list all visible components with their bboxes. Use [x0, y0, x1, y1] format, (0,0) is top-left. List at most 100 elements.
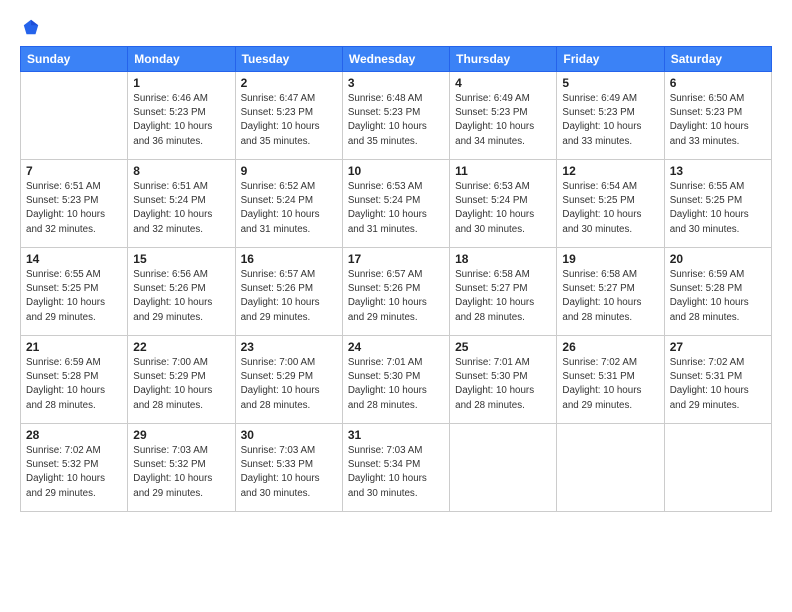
- day-info: Sunrise: 7:00 AMSunset: 5:29 PMDaylight:…: [133, 356, 229, 413]
- calendar-cell: 4Sunrise: 6:49 AMSunset: 5:23 PMDaylight…: [450, 72, 557, 160]
- day-info: Sunrise: 6:51 AMSunset: 5:24 PMDaylight:…: [133, 180, 229, 237]
- header-cell-thursday: Thursday: [450, 47, 557, 72]
- day-number: 2: [241, 76, 337, 90]
- calendar-cell: 17Sunrise: 6:57 AMSunset: 5:26 PMDayligh…: [342, 248, 449, 336]
- calendar-cell: [21, 72, 128, 160]
- calendar-cell: 15Sunrise: 6:56 AMSunset: 5:26 PMDayligh…: [128, 248, 235, 336]
- day-number: 21: [26, 340, 122, 354]
- calendar-body: 1 Sunrise: 6:46 AMSunset: 5:23 PMDaylight…: [21, 72, 772, 512]
- day-number: 9: [241, 164, 337, 178]
- day-number: 26: [562, 340, 658, 354]
- day-number: 11: [455, 164, 551, 178]
- day-info: Sunrise: 6:58 AMSunset: 5:27 PMDaylight:…: [562, 268, 658, 325]
- day-number: 25: [455, 340, 551, 354]
- calendar-cell: 9 Sunrise: 6:52 AMSunset: 5:24 PMDaylight…: [235, 160, 342, 248]
- calendar-header: SundayMondayTuesdayWednesdayThursdayFrid…: [21, 47, 772, 72]
- day-info: Sunrise: 6:48 AMSunset: 5:23 PMDaylight:…: [348, 92, 444, 149]
- calendar-cell: 6 Sunrise: 6:50 AMSunset: 5:23 PMDaylight…: [664, 72, 771, 160]
- calendar-cell: 14Sunrise: 6:55 AMSunset: 5:25 PMDayligh…: [21, 248, 128, 336]
- day-number: 18: [455, 252, 551, 266]
- day-number: 24: [348, 340, 444, 354]
- header-cell-saturday: Saturday: [664, 47, 771, 72]
- logo: [20, 18, 40, 36]
- day-number: 23: [241, 340, 337, 354]
- day-info: Sunrise: 6:58 AMSunset: 5:27 PMDaylight:…: [455, 268, 551, 325]
- calendar-cell: 13 Sunrise: 6:55 AMSunset: 5:25 PMDayligh…: [664, 160, 771, 248]
- calendar-cell: [664, 424, 771, 512]
- day-info: Sunrise: 7:02 AMSunset: 5:31 PMDaylight:…: [670, 356, 766, 413]
- calendar-cell: 8 Sunrise: 6:51 AMSunset: 5:24 PMDaylight…: [128, 160, 235, 248]
- day-info: Sunrise: 6:56 AMSunset: 5:26 PMDaylight:…: [133, 268, 229, 325]
- day-number: 12: [562, 164, 658, 178]
- day-info: Sunrise: 6:53 AMSunset: 5:24 PMDaylight:…: [455, 180, 551, 237]
- day-number: 6: [670, 76, 766, 90]
- calendar-cell: 12 Sunrise: 6:54 AMSunset: 5:25 PMDayligh…: [557, 160, 664, 248]
- calendar-cell: 24Sunrise: 7:01 AMSunset: 5:30 PMDayligh…: [342, 336, 449, 424]
- calendar-cell: 27 Sunrise: 7:02 AMSunset: 5:31 PMDayligh…: [664, 336, 771, 424]
- day-number: 4: [455, 76, 551, 90]
- day-info: Sunrise: 6:49 AMSunset: 5:23 PMDaylight:…: [562, 92, 658, 149]
- day-info: Sunrise: 7:02 AMSunset: 5:32 PMDaylight:…: [26, 444, 122, 501]
- day-info: Sunrise: 6:57 AMSunset: 5:26 PMDaylight:…: [241, 268, 337, 325]
- calendar-cell: 5 Sunrise: 6:49 AMSunset: 5:23 PMDaylight…: [557, 72, 664, 160]
- calendar-cell: 19 Sunrise: 6:58 AMSunset: 5:27 PMDayligh…: [557, 248, 664, 336]
- day-info: Sunrise: 6:55 AMSunset: 5:25 PMDaylight:…: [670, 180, 766, 237]
- calendar-week-3: 14Sunrise: 6:55 AMSunset: 5:25 PMDayligh…: [21, 248, 772, 336]
- calendar-cell: 26 Sunrise: 7:02 AMSunset: 5:31 PMDayligh…: [557, 336, 664, 424]
- calendar-table: SundayMondayTuesdayWednesdayThursdayFrid…: [20, 46, 772, 512]
- day-number: 19: [562, 252, 658, 266]
- day-info: Sunrise: 7:03 AMSunset: 5:32 PMDaylight:…: [133, 444, 229, 501]
- day-info: Sunrise: 6:55 AMSunset: 5:25 PMDaylight:…: [26, 268, 122, 325]
- day-info: Sunrise: 7:01 AMSunset: 5:30 PMDaylight:…: [455, 356, 551, 413]
- day-number: 20: [670, 252, 766, 266]
- day-number: 5: [562, 76, 658, 90]
- calendar-cell: [450, 424, 557, 512]
- logo-icon: [22, 18, 40, 36]
- day-info: Sunrise: 6:54 AMSunset: 5:25 PMDaylight:…: [562, 180, 658, 237]
- day-info: Sunrise: 6:52 AMSunset: 5:24 PMDaylight:…: [241, 180, 337, 237]
- header-cell-wednesday: Wednesday: [342, 47, 449, 72]
- header-row: SundayMondayTuesdayWednesdayThursdayFrid…: [21, 47, 772, 72]
- day-number: 30: [241, 428, 337, 442]
- calendar-cell: 1 Sunrise: 6:46 AMSunset: 5:23 PMDaylight…: [128, 72, 235, 160]
- day-info: Sunrise: 6:59 AMSunset: 5:28 PMDaylight:…: [670, 268, 766, 325]
- day-info: Sunrise: 7:00 AMSunset: 5:29 PMDaylight:…: [241, 356, 337, 413]
- calendar-cell: 25 Sunrise: 7:01 AMSunset: 5:30 PMDayligh…: [450, 336, 557, 424]
- day-number: 27: [670, 340, 766, 354]
- calendar-cell: [557, 424, 664, 512]
- calendar-cell: 21 Sunrise: 6:59 AMSunset: 5:28 PMDayligh…: [21, 336, 128, 424]
- day-number: 16: [241, 252, 337, 266]
- day-info: Sunrise: 6:53 AMSunset: 5:24 PMDaylight:…: [348, 180, 444, 237]
- calendar-week-1: 1 Sunrise: 6:46 AMSunset: 5:23 PMDaylight…: [21, 72, 772, 160]
- calendar-cell: 18 Sunrise: 6:58 AMSunset: 5:27 PMDayligh…: [450, 248, 557, 336]
- calendar-cell: 28 Sunrise: 7:02 AMSunset: 5:32 PMDayligh…: [21, 424, 128, 512]
- day-info: Sunrise: 7:02 AMSunset: 5:31 PMDaylight:…: [562, 356, 658, 413]
- calendar-cell: 22Sunrise: 7:00 AMSunset: 5:29 PMDayligh…: [128, 336, 235, 424]
- day-info: Sunrise: 7:03 AMSunset: 5:33 PMDaylight:…: [241, 444, 337, 501]
- calendar-week-4: 21 Sunrise: 6:59 AMSunset: 5:28 PMDayligh…: [21, 336, 772, 424]
- calendar-cell: 20 Sunrise: 6:59 AMSunset: 5:28 PMDayligh…: [664, 248, 771, 336]
- calendar-cell: 11 Sunrise: 6:53 AMSunset: 5:24 PMDayligh…: [450, 160, 557, 248]
- day-number: 13: [670, 164, 766, 178]
- calendar-cell: 3Sunrise: 6:48 AMSunset: 5:23 PMDaylight…: [342, 72, 449, 160]
- calendar-cell: 31 Sunrise: 7:03 AMSunset: 5:34 PMDayligh…: [342, 424, 449, 512]
- header-cell-friday: Friday: [557, 47, 664, 72]
- calendar-cell: 10Sunrise: 6:53 AMSunset: 5:24 PMDayligh…: [342, 160, 449, 248]
- header-cell-sunday: Sunday: [21, 47, 128, 72]
- page: SundayMondayTuesdayWednesdayThursdayFrid…: [0, 0, 792, 612]
- day-info: Sunrise: 7:03 AMSunset: 5:34 PMDaylight:…: [348, 444, 444, 501]
- day-info: Sunrise: 6:51 AMSunset: 5:23 PMDaylight:…: [26, 180, 122, 237]
- calendar-week-2: 7Sunrise: 6:51 AMSunset: 5:23 PMDaylight…: [21, 160, 772, 248]
- day-number: 28: [26, 428, 122, 442]
- day-info: Sunrise: 6:59 AMSunset: 5:28 PMDaylight:…: [26, 356, 122, 413]
- day-number: 1: [133, 76, 229, 90]
- day-number: 17: [348, 252, 444, 266]
- day-info: Sunrise: 6:50 AMSunset: 5:23 PMDaylight:…: [670, 92, 766, 149]
- day-number: 8: [133, 164, 229, 178]
- day-info: Sunrise: 6:47 AMSunset: 5:23 PMDaylight:…: [241, 92, 337, 149]
- calendar-week-5: 28 Sunrise: 7:02 AMSunset: 5:32 PMDayligh…: [21, 424, 772, 512]
- day-number: 31: [348, 428, 444, 442]
- day-number: 29: [133, 428, 229, 442]
- calendar-cell: 23 Sunrise: 7:00 AMSunset: 5:29 PMDayligh…: [235, 336, 342, 424]
- day-info: Sunrise: 6:46 AMSunset: 5:23 PMDaylight:…: [133, 92, 229, 149]
